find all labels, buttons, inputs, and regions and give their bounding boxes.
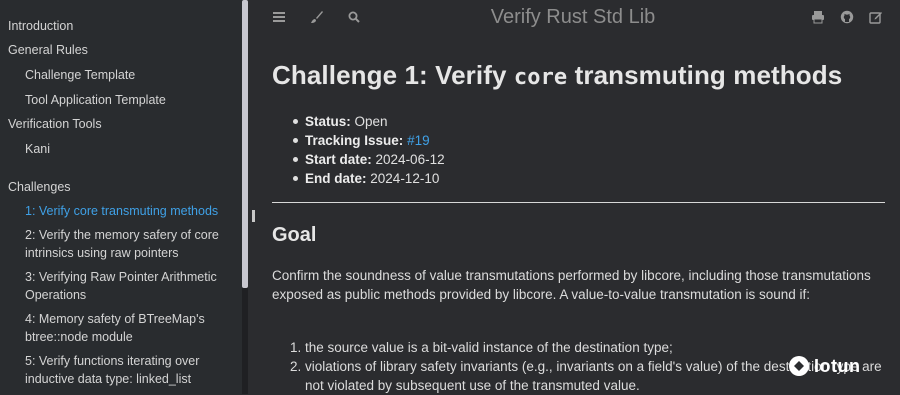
- goal-heading: Goal: [272, 224, 317, 246]
- watermark-logo-icon: [788, 355, 810, 377]
- sidebar-item-tool-application-template[interactable]: Tool Application Template: [25, 91, 166, 109]
- print-icon[interactable]: [811, 10, 827, 26]
- sidebar-item-verification-tools[interactable]: Verification Tools: [8, 115, 102, 133]
- page-title: Challenge 1: Verify core transmuting met…: [272, 60, 843, 90]
- sidebar-item-challenge-3-line2[interactable]: Operations: [25, 286, 86, 304]
- search-icon[interactable]: [347, 10, 363, 26]
- sidebar-item-challenge-3-line1[interactable]: 3: Verifying Raw Pointer Arithmetic: [25, 268, 217, 286]
- sidebar-item-challenge-4-line1[interactable]: 4: Memory safety of BTreeMap's: [25, 310, 205, 328]
- meta-start-date: Start date: 2024-06-12: [272, 150, 445, 169]
- top-bar: Verify Rust Std Lib: [258, 0, 900, 38]
- watermark: Iotun: [788, 352, 888, 380]
- sidebar-item-challenge-2-line2[interactable]: intrinsics using raw pointers: [25, 244, 179, 262]
- tracking-issue-link[interactable]: #19: [407, 133, 430, 148]
- page-title-code: core: [513, 65, 568, 90]
- sidebar-item-introduction[interactable]: Introduction: [8, 17, 73, 35]
- sidebar-section-challenges: Challenges: [8, 180, 71, 194]
- meta-status: Status: Open: [272, 112, 445, 131]
- sidebar-item-challenge-5-line2[interactable]: inductive data type: linked_list: [25, 370, 191, 388]
- edit-icon[interactable]: [869, 10, 885, 26]
- sidebar-item-challenge-1[interactable]: 1: Verify core transmuting methods: [25, 202, 218, 220]
- sidebar-item-kani[interactable]: Kani: [25, 140, 50, 158]
- main-content-area: Verify Rust Std Lib Challenge 1: Verify …: [258, 0, 900, 394]
- goal-paragraph: Confirm the soundness of value transmuta…: [272, 268, 871, 302]
- sidebar-item-challenge-template[interactable]: Challenge Template: [25, 66, 135, 84]
- menu-icon[interactable]: [272, 10, 288, 26]
- sidebar-item-challenge-2-line1[interactable]: 2: Verify the memory safery of core: [25, 226, 219, 244]
- sidebar-scrollbar-thumb[interactable]: [242, 0, 248, 288]
- book-title: Verify Rust Std Lib: [490, 6, 656, 28]
- sidebar-item-general-rules[interactable]: General Rules: [8, 41, 88, 59]
- paintbrush-icon[interactable]: [310, 10, 326, 26]
- meta-end-date: End date: 2024-12-10: [272, 169, 445, 188]
- sidebar: Introduction General Rules Challenge Tem…: [0, 0, 242, 394]
- sidebar-item-challenge-5-line1[interactable]: 5: Verify functions iterating over: [25, 352, 199, 370]
- github-icon[interactable]: [840, 10, 856, 26]
- watermark-text: Iotun: [814, 355, 861, 376]
- sidebar-resize-handle[interactable]: [252, 210, 255, 222]
- divider: [272, 202, 885, 203]
- challenge-meta-list: Status: Open Tracking Issue: #19 Start d…: [272, 112, 445, 188]
- sidebar-item-challenge-4-line2[interactable]: btree::node module: [25, 328, 133, 346]
- meta-tracking-issue: Tracking Issue: #19: [272, 131, 445, 150]
